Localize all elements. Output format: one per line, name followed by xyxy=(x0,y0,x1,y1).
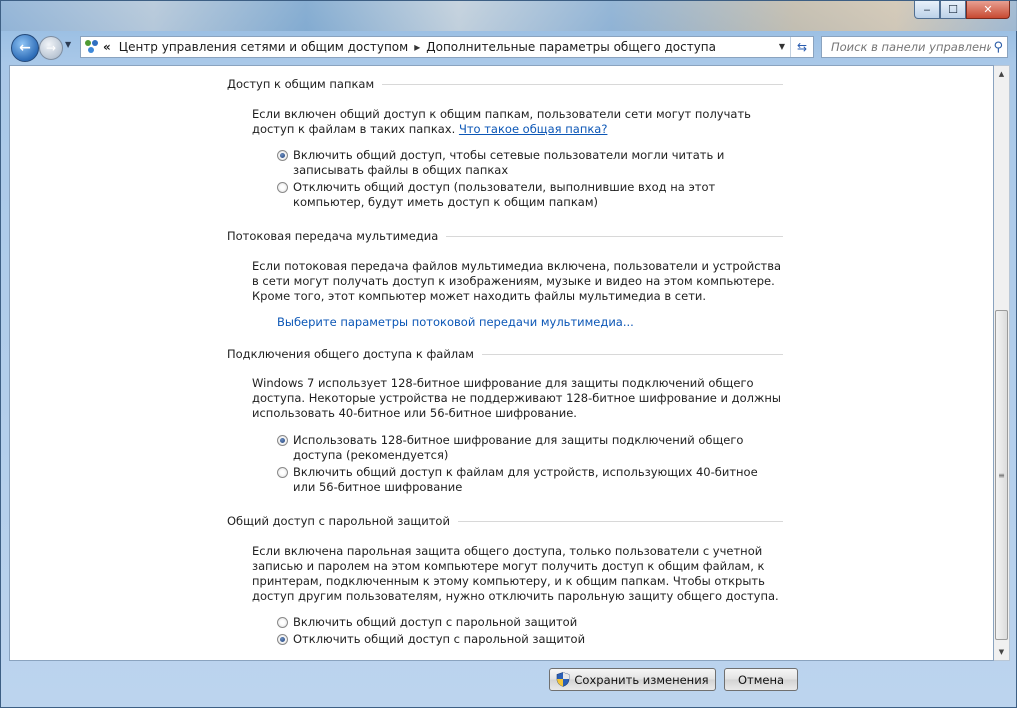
section-password-protected-sharing: Общий доступ с парольной защитой xyxy=(227,513,783,529)
navigation-bar: ← → ▼ « Центр управления сетями и общим … xyxy=(1,33,1017,62)
network-icon xyxy=(85,40,99,54)
section-title: Общий доступ с парольной защитой xyxy=(227,514,450,528)
back-button[interactable]: ← xyxy=(11,34,39,62)
radio-label: Использовать 128-битное шифрование для з… xyxy=(293,433,744,462)
section-media-streaming: Потоковая передача мультимедиа xyxy=(227,228,783,244)
radio-label: Включить общий доступ к файлам для устро… xyxy=(293,465,758,494)
close-button[interactable]: ✕ xyxy=(966,1,1010,19)
password-sharing-on-radio[interactable]: Включить общий доступ с парольной защито… xyxy=(277,615,773,630)
scroll-up-icon[interactable]: ▲ xyxy=(994,66,1009,82)
encryption-128-radio[interactable]: Использовать 128-битное шифрование для з… xyxy=(277,433,773,463)
uac-shield-icon xyxy=(557,672,570,687)
window-controls: ‒ ☐ ✕ xyxy=(914,1,1010,21)
file-sharing-description: Windows 7 использует 128-битное шифрован… xyxy=(252,376,781,420)
forward-button[interactable]: → xyxy=(39,36,63,60)
public-folders-off-radio[interactable]: Отключить общий доступ (пользователи, вы… xyxy=(277,180,773,210)
radio-label: Включить общий доступ с парольной защито… xyxy=(293,615,578,629)
radio-label: Отключить общий доступ с парольной защит… xyxy=(293,632,586,646)
radio-label: Включить общий доступ, чтобы сетевые пол… xyxy=(293,148,725,177)
title-bar xyxy=(1,1,1017,31)
section-divider xyxy=(481,353,783,355)
breadcrumb-item-advanced-sharing[interactable]: Дополнительные параметры общего доступа xyxy=(426,40,716,54)
search-input[interactable] xyxy=(829,39,993,55)
password-sharing-off-radio[interactable]: Отключить общий доступ с парольной защит… xyxy=(277,632,773,647)
what-is-public-folder-link[interactable]: Что такое общая папка? xyxy=(459,122,608,136)
save-button-label: Сохранить изменения xyxy=(574,672,709,687)
section-title: Подключения общего доступа к файлам xyxy=(227,347,474,361)
refresh-icon: ⇆ xyxy=(796,40,808,54)
address-bar[interactable]: « Центр управления сетями и общим доступ… xyxy=(80,36,814,58)
search-box[interactable]: ⚲ xyxy=(821,36,1008,58)
section-divider xyxy=(446,235,783,237)
minimize-button[interactable]: ‒ xyxy=(914,1,940,19)
public-folders-description: Если включен общий доступ к общим папкам… xyxy=(252,107,787,137)
scroll-down-icon[interactable]: ▼ xyxy=(994,644,1009,660)
radio-unselected-icon[interactable] xyxy=(277,182,288,193)
section-title: Доступ к общим папкам xyxy=(227,77,375,91)
section-divider xyxy=(457,520,783,522)
section-title: Потоковая передача мультимедиа xyxy=(227,229,439,243)
address-dropdown-icon[interactable]: ▼ xyxy=(779,42,785,51)
window: ‒ ☐ ✕ ← → ▼ « Центр управления сетями и … xyxy=(0,0,1017,708)
media-streaming-options-link[interactable]: Выберите параметры потоковой передачи му… xyxy=(277,315,634,329)
encryption-40-56-radio[interactable]: Включить общий доступ к файлам для устро… xyxy=(277,465,763,495)
recent-pages-dropdown-icon[interactable]: ▼ xyxy=(65,40,71,49)
section-divider xyxy=(382,83,783,85)
search-icon[interactable]: ⚲ xyxy=(993,40,1003,55)
cancel-button[interactable]: Отмена xyxy=(724,668,798,691)
radio-unselected-icon[interactable] xyxy=(277,467,288,478)
forward-arrow-icon: → xyxy=(45,41,57,55)
maximize-button[interactable]: ☐ xyxy=(940,1,966,19)
radio-selected-icon[interactable] xyxy=(277,435,288,446)
radio-unselected-icon[interactable] xyxy=(277,617,288,628)
scrollbar-thumb[interactable]: ≡ xyxy=(995,310,1008,640)
breadcrumb-separator-icon[interactable]: ▸ xyxy=(414,40,420,54)
radio-selected-icon[interactable] xyxy=(277,634,288,645)
vertical-scrollbar[interactable]: ▲ ≡ ▼ xyxy=(994,65,1010,661)
section-file-sharing-connections: Подключения общего доступа к файлам xyxy=(227,346,783,362)
back-arrow-icon: ← xyxy=(19,40,31,56)
media-streaming-description: Если потоковая передача файлов мультимед… xyxy=(252,259,782,303)
refresh-button[interactable]: ⇆ xyxy=(790,37,813,57)
save-changes-button[interactable]: Сохранить изменения xyxy=(549,668,716,691)
breadcrumb-item-network-center[interactable]: Центр управления сетями и общим доступом xyxy=(119,40,408,54)
section-public-folders: Доступ к общим папкам xyxy=(227,76,783,92)
password-sharing-description: Если включена парольная защита общего до… xyxy=(252,544,779,603)
radio-selected-icon[interactable] xyxy=(277,150,288,161)
radio-label: Отключить общий доступ (пользователи, вы… xyxy=(293,180,716,209)
public-folders-on-radio[interactable]: Включить общий доступ, чтобы сетевые пол… xyxy=(277,148,773,178)
breadcrumb-overflow-icon[interactable]: « xyxy=(103,40,111,54)
